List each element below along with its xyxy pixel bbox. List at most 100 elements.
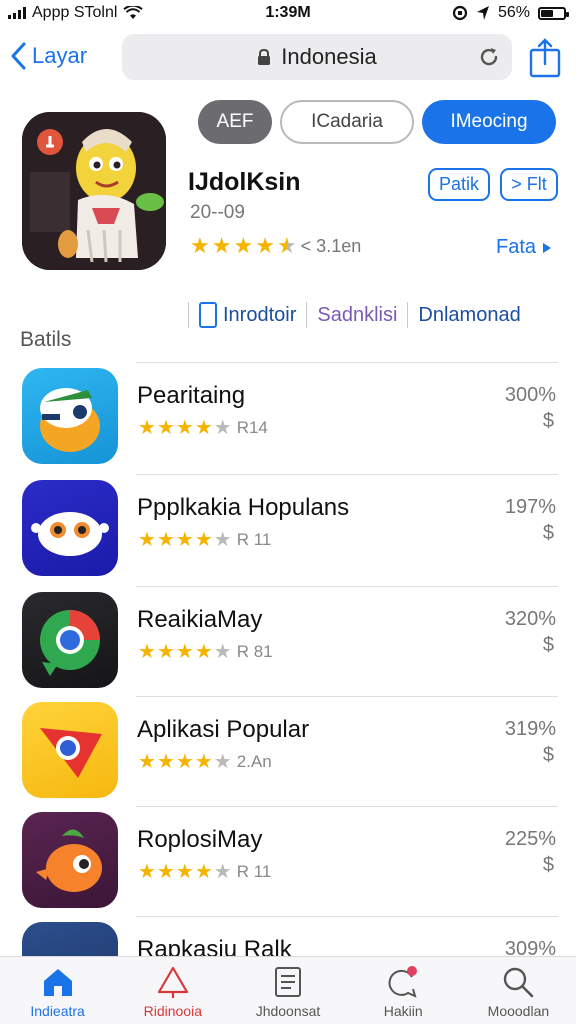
document-icon — [199, 302, 217, 328]
section-title: Batils — [20, 328, 72, 351]
app-icon[interactable] — [22, 480, 118, 576]
location-icon — [476, 6, 489, 20]
tab-label: Inrodtoir — [223, 303, 297, 326]
app-icon-art — [40, 728, 102, 778]
pill-icadaria[interactable]: ICadaria — [280, 100, 414, 144]
star-icon: ★ — [211, 233, 232, 258]
list-item[interactable]: Pearitaing ★ ★ ★ ★ ★ R14 300% $ — [0, 362, 576, 472]
app-rating: ★ ★ ★ ★ ★ R 11 — [138, 862, 271, 882]
app-rating: ★ ★ ★ ★ ★ < 3.1en — [190, 235, 361, 257]
app-rating: ★ ★ ★ ★ ★ 2.An — [138, 752, 272, 772]
status-bar: Appp STolnl 1:39M 56% — [0, 0, 576, 28]
half-star-icon: ★ — [276, 233, 297, 258]
tab-dnlamonad[interactable]: Dnlamonad — [418, 304, 520, 327]
tab-label: Hakiin — [383, 1003, 423, 1019]
app-icon[interactable] — [22, 702, 118, 798]
list-item[interactable]: RoplosiMay ★ ★ ★ ★ ★ R 11 225% $ — [0, 806, 576, 916]
tab-documents[interactable]: Jhdoonsat — [230, 957, 345, 1024]
home-icon — [43, 969, 72, 996]
chevron-left-icon — [11, 42, 26, 70]
divider — [136, 474, 558, 475]
patik-button[interactable]: Patik — [428, 168, 490, 201]
divider — [188, 302, 189, 328]
list-item[interactable]: Ppplkakia Hopulans ★ ★ ★ ★ ★ R 11 197% $ — [0, 474, 576, 584]
rating-count: 2.An — [236, 752, 272, 771]
flt-button[interactable]: > Flt — [500, 168, 558, 201]
star-icon: ★ — [194, 641, 213, 663]
address-bar[interactable]: Indonesia — [122, 34, 512, 80]
divider — [306, 302, 308, 328]
tab-chat[interactable]: Hakiin — [346, 957, 461, 1024]
star-icon: ★ — [175, 641, 194, 663]
battery-icon — [538, 6, 569, 20]
rating-count: R 11 — [236, 530, 272, 549]
app-icon[interactable] — [22, 812, 118, 908]
tab-search[interactable]: Mooodlan — [461, 957, 576, 1024]
back-label: Layar — [32, 43, 88, 68]
divider — [136, 916, 558, 917]
app-title: ReaikiaMay — [137, 606, 263, 633]
star-icon: ★ — [138, 641, 156, 663]
pill-imeocing[interactable]: IMeocing — [422, 100, 556, 144]
battery-percent: 56% — [497, 4, 530, 21]
navigation-bar: Layar Indonesia — [0, 30, 576, 86]
star-icon: ★ — [156, 751, 175, 773]
app-icon[interactable] — [22, 592, 118, 688]
app-percent: 225% — [504, 828, 556, 850]
star-icon: ★ — [175, 417, 194, 439]
app-percent: 319% — [504, 718, 556, 740]
price-icon: $ — [542, 522, 554, 544]
app-percent: 300% — [504, 384, 556, 406]
tab-label: Mooodlan — [487, 1003, 550, 1019]
app-icon-art — [40, 388, 100, 452]
app-icon-art — [31, 512, 109, 556]
app-title: Pearitaing — [137, 382, 246, 409]
app-percent: 197% — [504, 496, 556, 518]
chat-badge-icon — [388, 966, 418, 998]
star-icon: ★ — [156, 641, 175, 663]
rating-count: R14 — [236, 418, 268, 437]
app-title: RoplosiMay — [137, 826, 263, 853]
app-icon-art — [40, 610, 100, 676]
star-icon: ★ — [213, 529, 232, 551]
lock-icon — [258, 49, 271, 65]
price-icon: $ — [542, 634, 554, 656]
share-icon[interactable] — [528, 38, 562, 78]
tab-label: Dnlamonad — [418, 303, 521, 326]
tab-alerts[interactable]: Ridinooia — [115, 957, 230, 1024]
category-tabs: Inrodtoir Sadnklisi Dnlamonad — [188, 298, 568, 332]
star-icon: ★ — [138, 529, 156, 551]
fata-label: Fata — [496, 236, 537, 258]
list-item[interactable]: ReaikiaMay ★ ★ ★ ★ ★ R 81 320% $ — [0, 586, 576, 696]
star-icon: ★ — [194, 861, 213, 883]
fata-link[interactable]: Fata — [496, 236, 552, 259]
price-icon: $ — [542, 744, 554, 766]
reload-icon[interactable] — [478, 46, 500, 68]
featured-app-icon[interactable] — [22, 112, 166, 270]
app-icon-art — [36, 829, 102, 892]
pill-aef[interactable]: AEF — [198, 100, 272, 144]
star-icon: ★ — [138, 417, 156, 439]
tab-sadnklisi[interactable]: Sadnklisi — [317, 304, 397, 327]
divider — [136, 362, 558, 363]
app-title: Aplikasi Popular — [137, 716, 310, 743]
app-icon[interactable] — [22, 368, 118, 464]
tab-label: Jhdoonsat — [255, 1003, 321, 1019]
tab-bar: Indieatra Ridinooia Jhdoonsat Hakiin Moo… — [0, 956, 576, 1024]
status-right: 56% — [452, 4, 569, 22]
app-subtitle: 20--09 — [190, 202, 245, 223]
tab-inrodtoir[interactable]: Inrodtoir — [199, 302, 296, 328]
divider — [136, 806, 558, 807]
app-title: IJdolKsin — [188, 168, 301, 196]
tab-home[interactable]: Indieatra — [0, 957, 115, 1024]
alert-icon — [157, 966, 188, 998]
back-button[interactable]: Layar — [10, 42, 87, 70]
star-icon: ★ — [175, 751, 194, 773]
app-title: Ppplkakia Hopulans — [137, 494, 350, 521]
rating-count: R 11 — [236, 862, 272, 881]
list-item[interactable]: Aplikasi Popular ★ ★ ★ ★ ★ 2.An 319% $ — [0, 696, 576, 806]
filter-pills: AEF ICadaria IMeocing — [198, 100, 556, 144]
document-icon — [275, 967, 301, 997]
price-icon: $ — [542, 854, 554, 876]
star-icon: ★ — [213, 751, 232, 773]
